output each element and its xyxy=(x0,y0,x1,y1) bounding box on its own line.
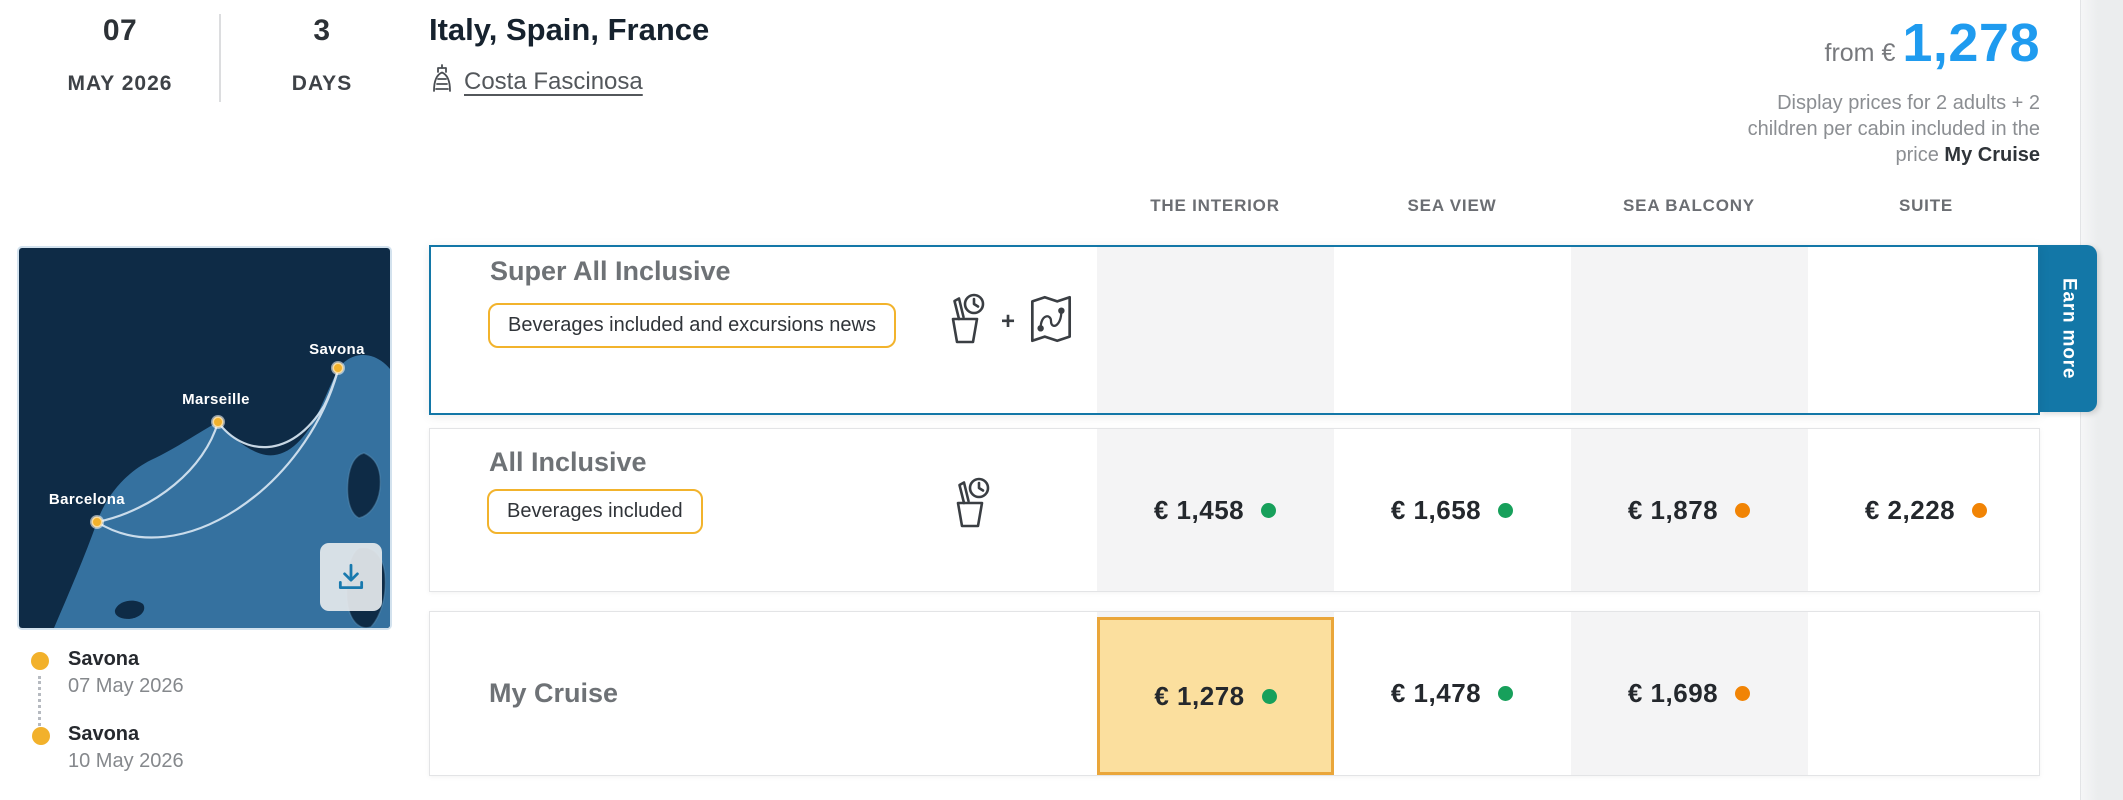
ship-name-link[interactable]: Costa Fascinosa xyxy=(464,68,643,96)
map-download-button[interactable] xyxy=(320,543,382,611)
availability-dot xyxy=(1262,689,1277,704)
map-route-icon xyxy=(1025,291,1077,352)
price-value: € 1,698 xyxy=(1628,678,1718,709)
ship-icon xyxy=(429,64,455,99)
column-header-sea-view: SEA VIEW xyxy=(1334,196,1570,216)
price-cell-mycruise-sea-view[interactable]: € 1,478 xyxy=(1334,612,1570,775)
drink-clock-icon xyxy=(944,473,996,538)
itinerary-dot xyxy=(32,727,50,745)
availability-dot xyxy=(1261,503,1276,518)
column-header-sea-balcony: SEA BALCONY xyxy=(1571,196,1807,216)
plan-badge: Beverages included xyxy=(487,489,703,534)
availability-dot xyxy=(1735,686,1750,701)
price-disclaimer: Display prices for 2 adults + 2 children… xyxy=(1480,90,2040,168)
duration-value: 3 xyxy=(262,14,382,48)
port-dot-marseille xyxy=(213,417,224,428)
price-cell-all-suite[interactable]: € 2,228 xyxy=(1808,429,2044,591)
trip-title: Italy, Spain, France xyxy=(429,12,709,48)
port-label-barcelona: Barcelona xyxy=(49,491,125,508)
price-cell-all-sea-balcony[interactable]: € 1,878 xyxy=(1571,429,1807,591)
plan-badge: Beverages included and excursions news xyxy=(488,303,896,348)
plan-icons xyxy=(944,473,996,538)
plan-name: Super All Inclusive xyxy=(490,256,731,287)
port-dot-barcelona xyxy=(92,517,103,528)
price-value: € 1,658 xyxy=(1391,495,1481,526)
availability-dot xyxy=(1498,503,1513,518)
earn-more-tab[interactable]: Earn more xyxy=(2040,245,2097,412)
itinerary-date: 07 May 2026 xyxy=(68,675,184,698)
download-icon xyxy=(335,561,367,593)
price-value: € 1,278 xyxy=(1154,681,1244,712)
port-label-savona: Savona xyxy=(309,341,365,358)
disclaimer-my-cruise: My Cruise xyxy=(1944,144,2040,166)
earn-more-label: Earn more xyxy=(2058,278,2080,379)
plan-icons: + xyxy=(939,289,1077,354)
departure-month-year: MAY 2026 xyxy=(40,72,200,96)
availability-dot xyxy=(1498,686,1513,701)
header-divider xyxy=(219,14,221,102)
plan-name: All Inclusive xyxy=(489,447,647,478)
itinerary-date: 10 May 2026 xyxy=(68,750,184,773)
plan-name: My Cruise xyxy=(489,678,618,709)
price-value: € 2,228 xyxy=(1865,495,1955,526)
cruise-pricing-page: 07 MAY 2026 3 DAYS Italy, Spain, France … xyxy=(0,0,2123,800)
from-label: from € xyxy=(1825,39,1896,68)
duration-label: DAYS xyxy=(242,72,402,96)
ship-row: Costa Fascinosa xyxy=(429,64,643,99)
price-cell-mycruise-sea-balcony[interactable]: € 1,698 xyxy=(1571,612,1807,775)
itinerary-port: Savona xyxy=(68,648,139,671)
drink-clock-icon xyxy=(939,289,991,354)
plan-card-super-all-inclusive: Super All Inclusive Beverages included a… xyxy=(429,245,2040,415)
itinerary-map[interactable]: Savona Marseille Barcelona xyxy=(19,248,390,628)
itinerary-connector xyxy=(38,676,41,726)
price-value: € 1,878 xyxy=(1628,495,1718,526)
column-stripe xyxy=(1097,247,1334,413)
price-value: € 1,478 xyxy=(1391,678,1481,709)
price-cell-all-interior[interactable]: € 1,458 xyxy=(1097,429,1333,591)
column-stripe xyxy=(1571,247,1808,413)
price-cell-mycruise-suite-empty xyxy=(1808,612,2044,775)
column-header-interior: THE INTERIOR xyxy=(1097,196,1333,216)
plus-separator: + xyxy=(1001,308,1015,336)
price-cell-mycruise-interior-selected[interactable]: € 1,278 xyxy=(1097,617,1334,775)
itinerary-port: Savona xyxy=(68,723,139,746)
from-price-row: from € 1,278 xyxy=(1825,12,2041,74)
port-label-marseille: Marseille xyxy=(182,391,250,408)
availability-dot xyxy=(1972,503,1987,518)
price-value: € 1,458 xyxy=(1154,495,1244,526)
availability-dot xyxy=(1735,503,1750,518)
column-header-suite: SUITE xyxy=(1808,196,2044,216)
itinerary-dot xyxy=(31,652,49,670)
departure-day: 07 xyxy=(60,14,180,48)
from-price-value: 1,278 xyxy=(1902,12,2040,74)
price-cell-all-sea-view[interactable]: € 1,658 xyxy=(1334,429,1570,591)
port-dot-savona xyxy=(333,363,344,374)
